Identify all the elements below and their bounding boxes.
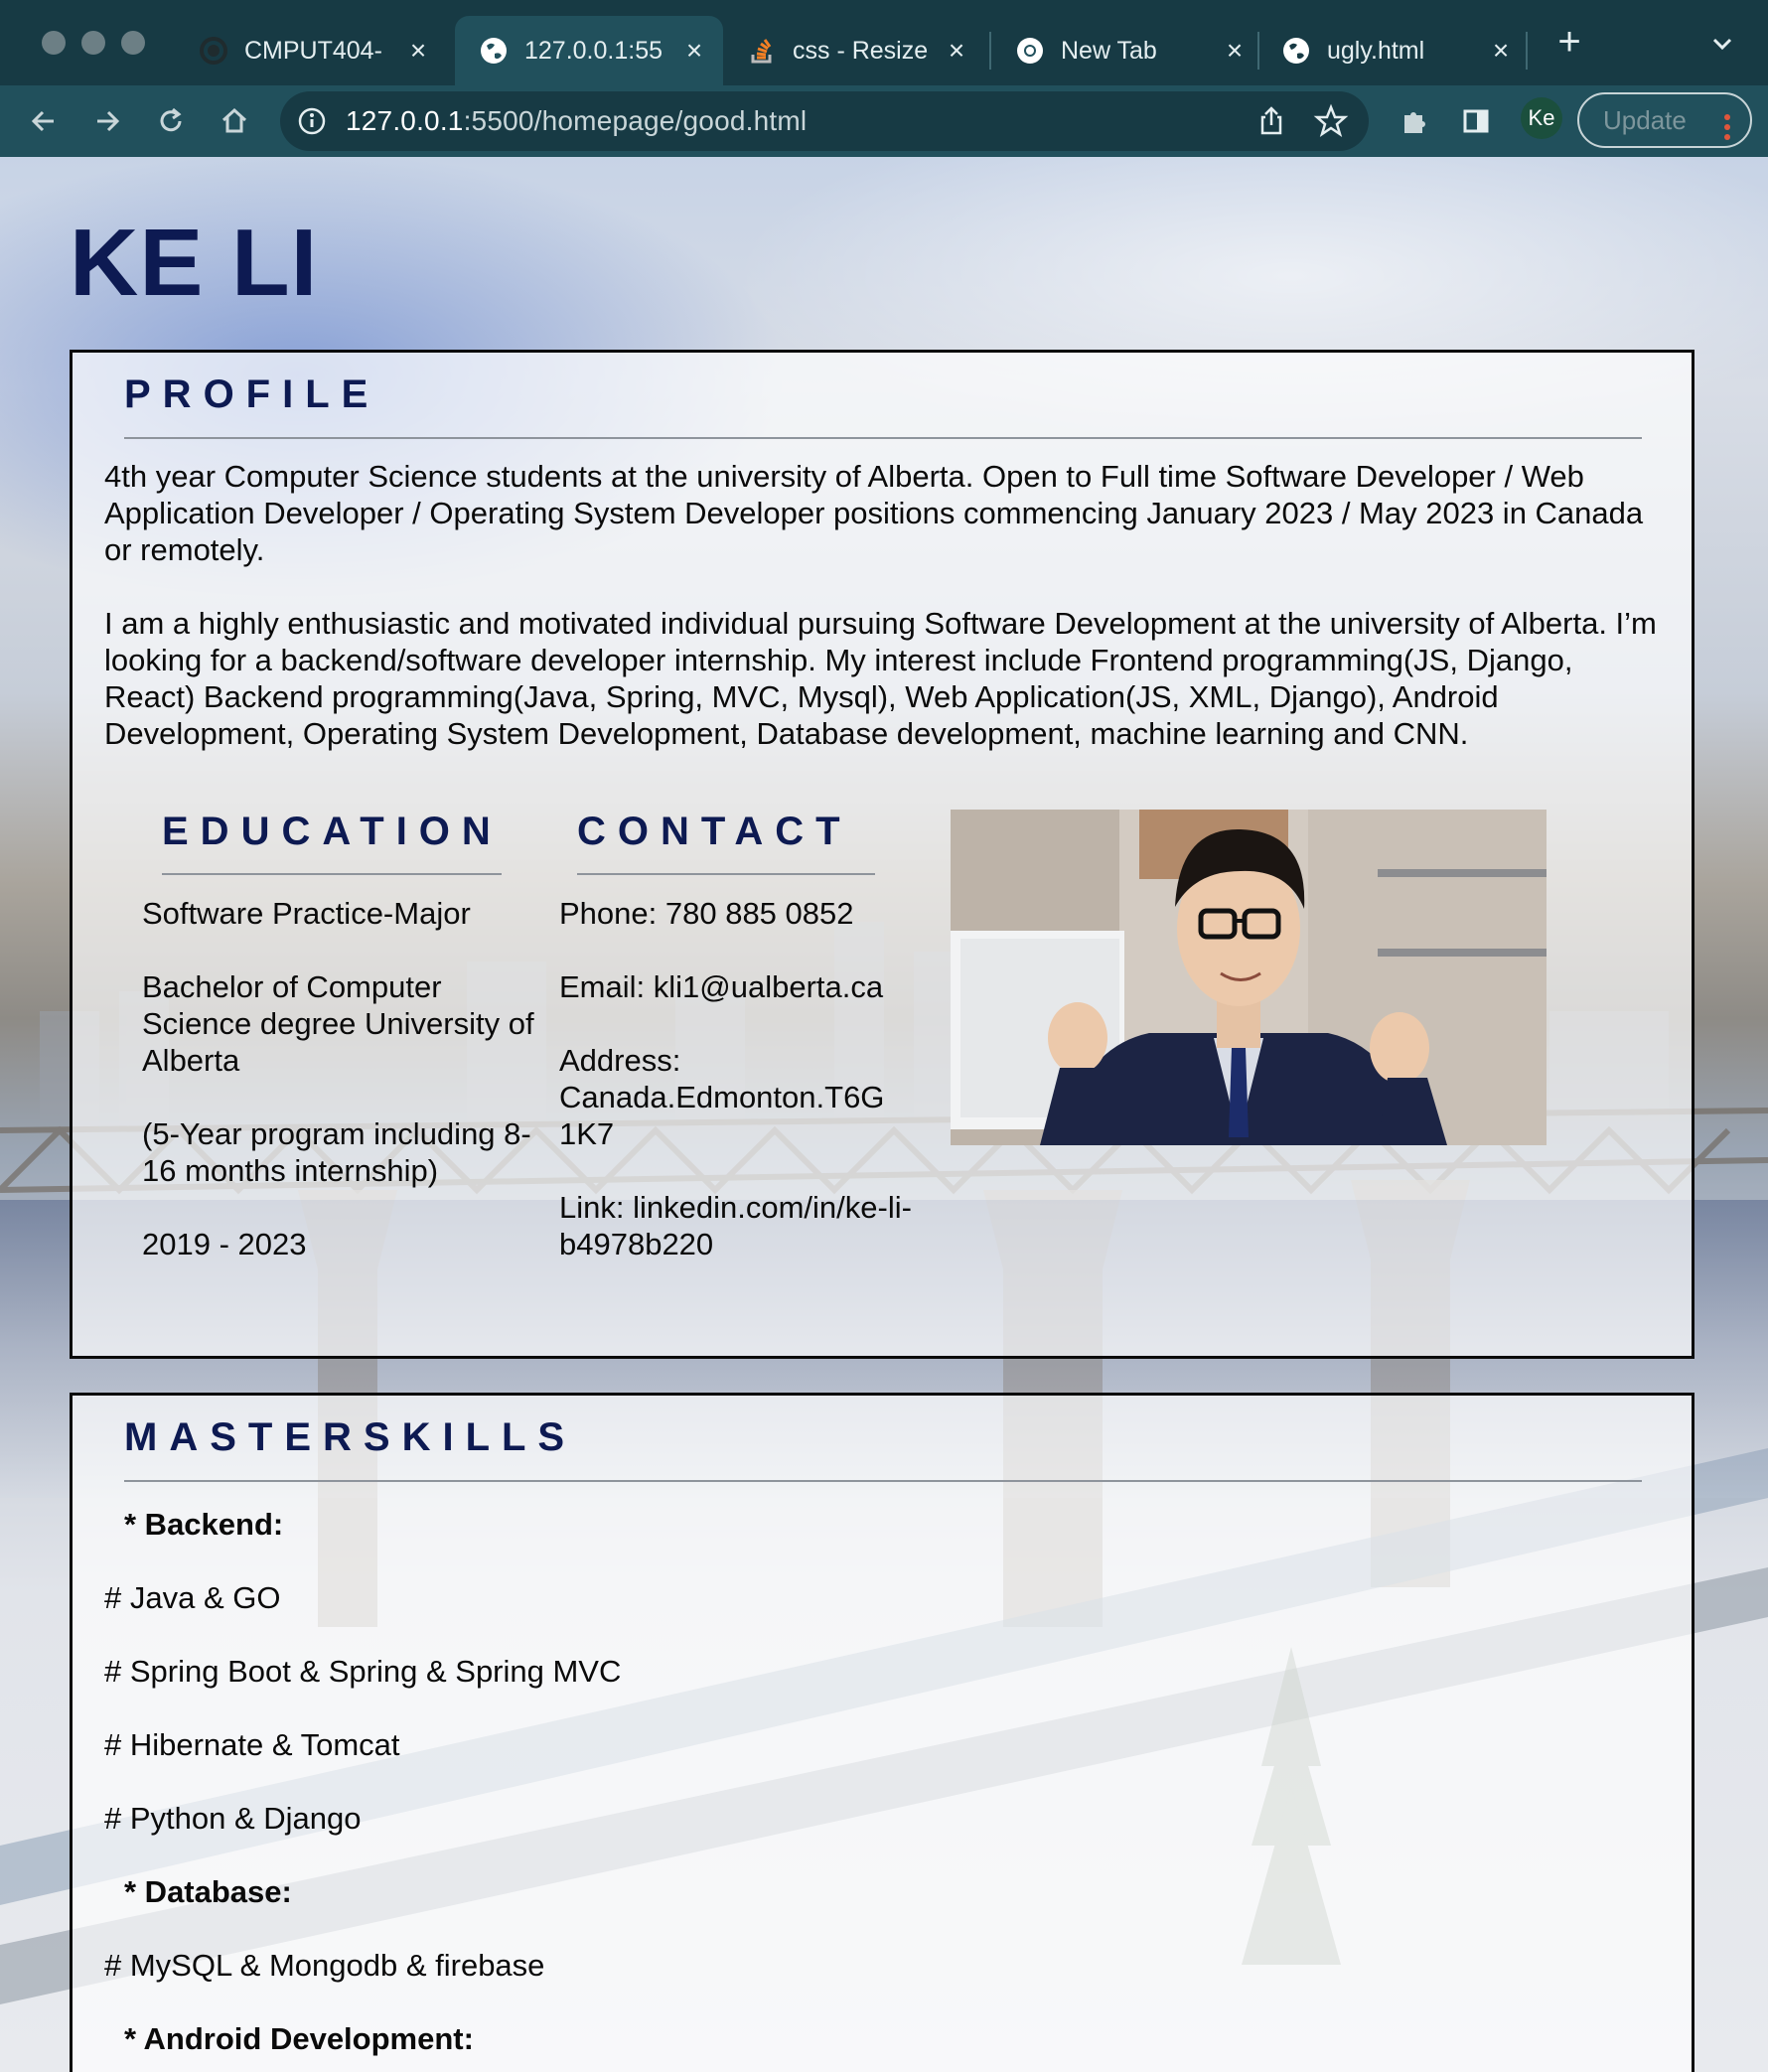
masterskills-divider <box>124 1480 1642 1482</box>
update-button[interactable]: Update <box>1577 92 1752 148</box>
side-panel-icon[interactable] <box>1456 101 1496 141</box>
education-list: Software Practice-Major Bachelor of Comp… <box>142 895 539 1299</box>
tab-separator <box>989 32 991 70</box>
skill-item: # Python & Django <box>104 1801 362 1836</box>
skill-item: # Spring Boot & Spring & Spring MVC <box>104 1654 622 1689</box>
site-info-icon[interactable] <box>296 105 328 137</box>
contact-email[interactable]: Email: kli1@ualberta.ca <box>559 968 917 1005</box>
more-menu-icon[interactable] <box>1724 106 1730 140</box>
chrome-icon <box>1015 36 1045 66</box>
forward-button[interactable] <box>87 101 127 141</box>
profile-divider <box>124 437 1642 439</box>
update-label: Update <box>1603 105 1687 135</box>
contact-heading: CONTACT <box>577 810 852 853</box>
skill-item: # MySQL & Mongodb & firebase <box>104 1948 545 1983</box>
chevron-down-icon[interactable] <box>1708 30 1736 58</box>
globe-icon <box>479 36 509 66</box>
github-icon <box>199 36 228 66</box>
close-icon[interactable]: × <box>403 36 433 66</box>
tab-strip: CMPUT404- × 127.0.0.1:55 × css - Resize … <box>0 0 1768 85</box>
reload-button[interactable] <box>151 101 191 141</box>
education-item: Software Practice-Major <box>142 896 471 931</box>
profile-card: PROFILE 4th year Computer Science studen… <box>70 350 1694 1359</box>
url-text: 127.0.0.1:5500/homepage/good.html <box>346 105 807 137</box>
close-icon[interactable]: × <box>942 36 971 66</box>
tab-separator <box>1526 32 1528 70</box>
extensions-icon[interactable] <box>1395 101 1434 141</box>
close-icon[interactable]: × <box>1486 36 1516 66</box>
window-minimize-dot[interactable] <box>81 31 105 55</box>
education-heading: EDUCATION <box>162 810 503 853</box>
masterskills-card: MASTERSKILLS * Backend: # Java & GO # Sp… <box>70 1393 1694 2072</box>
close-icon[interactable]: × <box>679 36 709 66</box>
tab-new-tab[interactable]: New Tab × <box>1015 16 1263 85</box>
tab-ugly-html[interactable]: ugly.html × <box>1281 16 1530 85</box>
tab-title: ugly.html <box>1327 36 1425 65</box>
share-icon[interactable] <box>1253 103 1289 139</box>
tab-separator <box>1257 32 1259 70</box>
home-button[interactable] <box>215 101 254 141</box>
tab-title: css - Resize <box>793 36 929 65</box>
profile-paragraph-2: I am a highly enthusiastic and motivated… <box>104 606 1657 751</box>
education-divider <box>162 873 502 875</box>
tab-stackoverflow[interactable]: css - Resize × <box>747 16 985 85</box>
education-item: (5-Year program including 8-16 months in… <box>142 1116 531 1188</box>
stackoverflow-icon <box>747 36 777 66</box>
skill-item: # Hibernate & Tomcat <box>104 1727 400 1762</box>
skill-category: * Android Development: <box>124 2021 474 2056</box>
skill-category: * Database: <box>124 1874 292 1909</box>
new-tab-button[interactable]: + <box>1551 22 1587 62</box>
education-item: Bachelor of Computer Science degree Univ… <box>142 969 534 1078</box>
contact-phone: Phone: 780 885 0852 <box>559 896 854 931</box>
page-title: KE LI <box>70 210 319 316</box>
profile-avatar[interactable]: Ke <box>1521 97 1562 139</box>
contact-address: Address: Canada.Edmonton.T6G 1K7 <box>559 1043 885 1151</box>
tab-title: 127.0.0.1:55 <box>524 36 663 65</box>
back-button[interactable] <box>24 101 64 141</box>
close-icon[interactable]: × <box>1220 36 1250 66</box>
tab-local-server[interactable]: 127.0.0.1:55 × <box>455 16 723 85</box>
contact-list: Phone: 780 885 0852 Email: kli1@ualberta… <box>559 895 917 1299</box>
bookmark-star-icon[interactable] <box>1313 103 1349 139</box>
profile-heading: PROFILE <box>124 372 380 416</box>
window-close-dot[interactable] <box>42 31 66 55</box>
tab-title: New Tab <box>1061 36 1157 65</box>
url-path: :5500/homepage/good.html <box>463 105 808 136</box>
skill-item: # Java & GO <box>104 1580 281 1615</box>
masterskills-heading: MASTERSKILLS <box>124 1415 577 1459</box>
window-zoom-dot[interactable] <box>121 31 145 55</box>
tab-cmput404[interactable]: CMPUT404- × <box>199 16 447 85</box>
tab-title: CMPUT404- <box>244 36 382 65</box>
globe-icon <box>1281 36 1311 66</box>
url-host: 127.0.0.1 <box>346 105 464 136</box>
profile-paragraph-1: 4th year Computer Science students at th… <box>104 459 1644 567</box>
page-viewport: KE LI PROFILE 4th year Computer Science … <box>0 157 1768 2072</box>
contact-link[interactable]: Link: linkedin.com/in/ke-li-b4978b220 <box>559 1189 917 1262</box>
contact-divider <box>577 873 875 875</box>
skill-category: * Backend: <box>124 1507 284 1542</box>
profile-photo <box>951 810 1547 1145</box>
address-bar[interactable]: 127.0.0.1:5500/homepage/good.html <box>280 91 1369 151</box>
education-item: 2019 - 2023 <box>142 1227 307 1261</box>
browser-toolbar: 127.0.0.1:5500/homepage/good.html Ke Upd… <box>0 85 1768 157</box>
